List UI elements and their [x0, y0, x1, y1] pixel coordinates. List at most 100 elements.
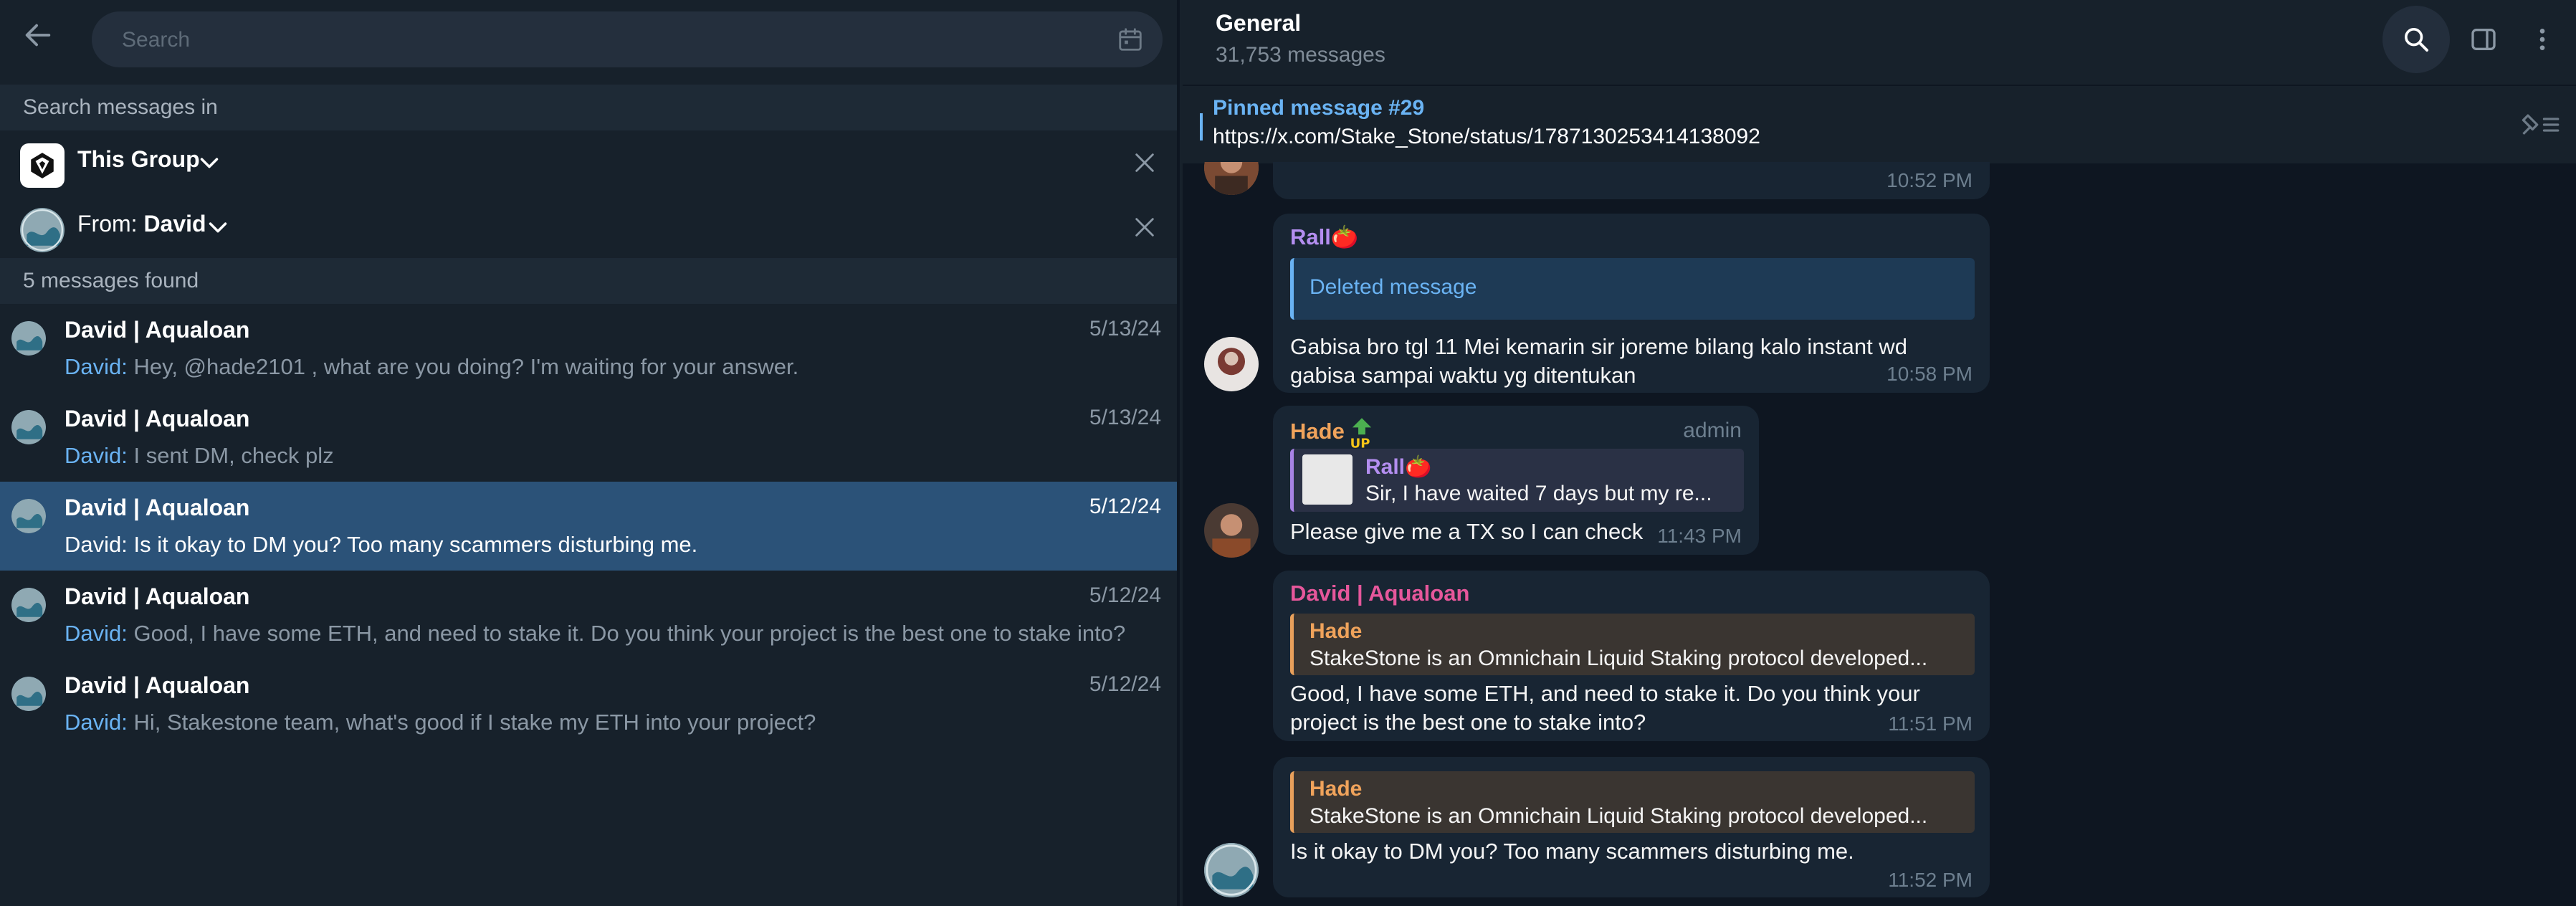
search-result[interactable]: David | Aqualoan 5/13/24 David: I sent D…	[0, 393, 1177, 482]
user-photo-icon	[1204, 337, 1259, 391]
avatar[interactable]	[1204, 503, 1259, 558]
calendar-icon[interactable]	[1117, 26, 1144, 53]
from-filter-label: From: David	[77, 211, 206, 237]
group-avatar	[20, 143, 65, 188]
message-time: 11:52 PM	[1888, 869, 1972, 891]
snippet-text: Good, I have some ETH, and need to stake…	[127, 621, 1126, 646]
aqualoan-logo-icon	[20, 208, 65, 252]
snippet-author: David:	[65, 621, 128, 646]
user-photo-icon	[1204, 162, 1259, 195]
message-list[interactable]: 10:52 PM Rall🍅 Deleted message Gabisa br…	[1183, 162, 2576, 906]
search-icon	[2405, 28, 2428, 52]
sidebar-toggle-button[interactable]	[2450, 6, 2517, 73]
reply-preview[interactable]: Deleted message	[1290, 258, 1975, 320]
result-snippet: David: Hi, Stakestone team, what's good …	[65, 710, 816, 735]
snippet-text: I sent DM, check plz	[127, 443, 334, 468]
reply-text: StakeStone is an Omnichain Liquid Stakin…	[1310, 804, 1928, 828]
reply-preview[interactable]: Rall🍅 Sir, I have waited 7 days but my r…	[1290, 449, 1744, 512]
message-line: project is the best one to stake into?	[1290, 710, 1646, 735]
result-date: 5/12/24	[1089, 672, 1161, 696]
snippet-text: Hi, Stakestone team, what's good if I st…	[127, 710, 816, 735]
snippet-text: Is it okay to DM you? Too many scammers …	[127, 532, 698, 557]
search-button[interactable]	[2382, 6, 2450, 73]
result-date: 5/12/24	[1089, 583, 1161, 607]
back-button[interactable]	[22, 19, 72, 57]
reply-thumbnail	[1302, 454, 1353, 505]
avatar	[11, 588, 46, 622]
search-panel: Search messages in This Group Fr	[0, 0, 1180, 906]
from-name: David	[143, 211, 206, 237]
result-snippet: David: I sent DM, check plz	[65, 443, 334, 469]
message-line: gabisa sampai waktu yg ditentukan	[1290, 363, 1636, 388]
aqualoan-logo-icon	[11, 499, 46, 533]
group-filter[interactable]: This Group	[0, 130, 1177, 195]
search-result-selected[interactable]: David | Aqualoan 5/12/24 David: Is it ok…	[0, 482, 1177, 571]
message-sender: David | Aqualoan	[1290, 581, 1470, 606]
search-box[interactable]	[92, 11, 1163, 69]
result-sender: David | Aqualoan	[65, 406, 250, 431]
result-sender: David | Aqualoan	[65, 583, 250, 609]
from-prefix: From:	[77, 211, 138, 237]
arrow-left-icon	[25, 24, 51, 47]
reply-preview[interactable]: Hade StakeStone is an Omnichain Liquid S…	[1290, 614, 1975, 675]
reply-text: StakeStone is an Omnichain Liquid Stakin…	[1310, 647, 1928, 670]
result-sender: David | Aqualoan	[65, 495, 250, 520]
reply-preview[interactable]: Hade StakeStone is an Omnichain Liquid S…	[1290, 771, 1975, 833]
aqualoan-logo-icon	[11, 321, 46, 356]
message-time: 11:51 PM	[1888, 712, 1972, 735]
pane-divider[interactable]	[1177, 0, 1180, 906]
avatar	[11, 410, 46, 444]
result-snippet: David: Good, I have some ETH, and need t…	[65, 621, 1125, 647]
message-text: Please give me a TX so I can check	[1290, 519, 1644, 544]
pinned-indicator	[1200, 113, 1203, 140]
message-text: Is it okay to DM you? Too many scammers …	[1290, 839, 1854, 864]
up-badge-icon: UP	[1350, 418, 1371, 451]
message-bubble[interactable]: 10:52 PM	[1273, 162, 1990, 199]
search-result[interactable]: David | Aqualoan 5/13/24 David: Hey, @ha…	[0, 304, 1177, 393]
search-result[interactable]: David | Aqualoan 5/12/24 David: Hi, Stak…	[0, 659, 1177, 748]
pinned-text: https://x.com/Stake_Stone/status/1787130…	[1213, 125, 1760, 148]
chat-title: General	[1216, 10, 1302, 36]
chevron-down-icon[interactable]	[199, 155, 219, 172]
snippet-text: Hey, @hade2101 , what are you doing? I'm…	[127, 354, 799, 379]
message-text: Gabisa bro tgl 11 Mei kemarin sir joreme…	[1290, 333, 1907, 390]
avatar[interactable]	[1204, 337, 1259, 391]
message-line: Gabisa bro tgl 11 Mei kemarin sir joreme…	[1290, 334, 1907, 359]
pinned-list-icon[interactable]	[2519, 110, 2560, 139]
search-result[interactable]: David | Aqualoan 5/12/24 David: Good, I …	[0, 571, 1177, 659]
results-count: 5 messages found	[0, 258, 1177, 304]
close-icon[interactable]	[1132, 151, 1157, 175]
result-date: 5/13/24	[1089, 406, 1161, 429]
snippet-author: David:	[65, 443, 128, 468]
result-sender: David | Aqualoan	[65, 672, 250, 698]
avatar[interactable]	[1204, 162, 1259, 195]
aqualoan-logo-icon	[1204, 843, 1259, 897]
aqualoan-logo-icon	[11, 588, 46, 622]
search-input[interactable]	[120, 11, 1084, 69]
pinned-message-bar[interactable]: Pinned message #29 https://x.com/Stake_S…	[1183, 85, 2576, 163]
result-date: 5/13/24	[1089, 317, 1161, 340]
message-bubble[interactable]: Hade UP admin Rall🍅 Sir, I have waited 7 …	[1273, 406, 1759, 555]
from-filter[interactable]: From: David	[0, 195, 1177, 259]
close-icon[interactable]	[1132, 215, 1157, 239]
member-count: 31,753 messages	[1216, 43, 1385, 67]
chevron-down-icon[interactable]	[208, 219, 228, 237]
more-button[interactable]	[2509, 6, 2576, 73]
result-sender: David | Aqualoan	[65, 317, 250, 343]
message-bubble[interactable]: David | Aqualoan Hade StakeStone is an O…	[1273, 571, 1990, 741]
more-vertical-icon	[2539, 29, 2545, 50]
snippet-author: David:	[65, 532, 128, 557]
stakestone-logo-icon	[31, 153, 54, 178]
snippet-author: David:	[65, 354, 128, 379]
message-text: Good, I have some ETH, and need to stake…	[1290, 680, 1920, 737]
chat-header[interactable]: General 31,753 messages	[1183, 0, 2576, 85]
avatar	[11, 499, 46, 533]
message-time: 10:52 PM	[1886, 169, 1972, 191]
search-in-label: Search messages in	[0, 85, 1177, 130]
message-sender: Rall🍅	[1290, 224, 1359, 249]
message-bubble[interactable]: Rall🍅 Deleted message Gabisa bro tgl 11 …	[1273, 214, 1990, 393]
message-bubble[interactable]: Hade StakeStone is an Omnichain Liquid S…	[1273, 757, 1990, 897]
message-line: Good, I have some ETH, and need to stake…	[1290, 681, 1920, 706]
message-time: 11:43 PM	[1657, 525, 1742, 547]
avatar[interactable]	[1204, 843, 1259, 897]
